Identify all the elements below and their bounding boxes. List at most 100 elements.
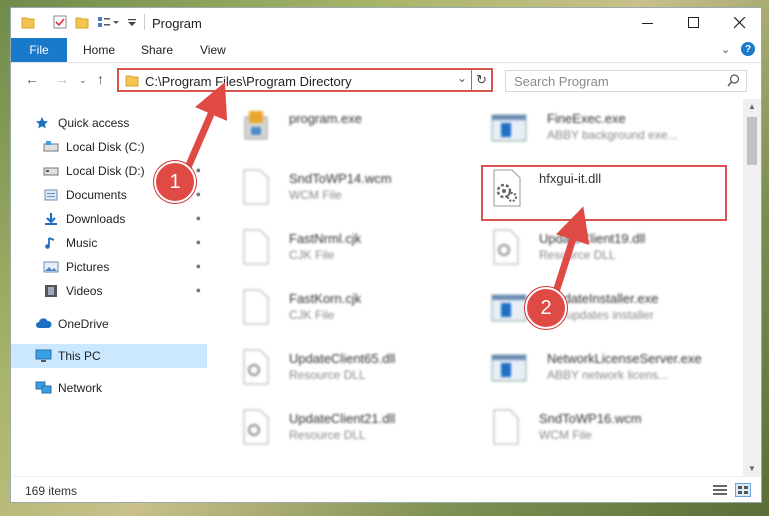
pin-icon: ● bbox=[195, 141, 201, 151]
file-item[interactable]: UpdateClient65.dll Resource DLL bbox=[241, 345, 481, 401]
expand-ribbon-icon[interactable]: ⌄ bbox=[721, 43, 730, 56]
file-type: Resource DLL bbox=[539, 248, 616, 262]
item-count: 169 items bbox=[25, 484, 78, 498]
sidebar-item-network[interactable]: Network bbox=[11, 376, 207, 400]
setup-exe-icon bbox=[241, 109, 271, 145]
vertical-scrollbar[interactable]: ▲ ▼ bbox=[743, 99, 761, 476]
view-options-icon[interactable] bbox=[97, 15, 119, 29]
sidebar-item-label: Local Disk (D:) bbox=[66, 164, 145, 178]
file-item[interactable]: FastNrml.cjk CJK File bbox=[241, 225, 481, 281]
close-icon bbox=[734, 17, 746, 29]
file-name: FastNrml.cjk bbox=[289, 231, 362, 246]
scroll-up-icon[interactable]: ▲ bbox=[748, 102, 756, 111]
maximize-button[interactable] bbox=[671, 8, 717, 38]
back-button[interactable]: ← bbox=[25, 71, 39, 87]
file-name: FastKorn.cjk bbox=[289, 291, 362, 306]
file-name: SndToWP16.wcm bbox=[539, 411, 642, 426]
address-divider bbox=[471, 70, 472, 90]
search-placeholder: Search Program bbox=[514, 74, 609, 89]
refresh-icon[interactable]: ↻ bbox=[476, 72, 487, 88]
sidebar-item-label: Quick access bbox=[58, 116, 130, 130]
file-type: CJK File bbox=[289, 248, 335, 262]
tab-home[interactable]: Home bbox=[83, 43, 115, 57]
sidebar-item-pictures[interactable]: Pictures ● bbox=[11, 255, 207, 279]
file-type: Resource DLL bbox=[289, 428, 366, 442]
pin-icon: ● bbox=[195, 165, 201, 175]
file-type: CJK File bbox=[289, 308, 335, 322]
documents-icon bbox=[43, 188, 59, 202]
dll-gear-icon bbox=[241, 409, 271, 445]
details-view-icon[interactable] bbox=[713, 484, 727, 499]
file-item[interactable]: NetworkLicenseServer.exe ABBY network li… bbox=[491, 345, 731, 401]
sidebar-item-quick-access[interactable]: Quick access bbox=[11, 111, 207, 135]
file-tab[interactable]: File bbox=[11, 38, 67, 62]
sidebar-item-label: Music bbox=[66, 236, 98, 250]
file-list: program.exe FineExec.exe ABBY background… bbox=[211, 99, 743, 476]
blank-file-icon bbox=[491, 409, 521, 445]
address-dropdown-icon[interactable]: ⌄ bbox=[457, 71, 467, 85]
address-bar[interactable]: C:\Program Files\Program Directory ⌄ ↻ bbox=[117, 68, 493, 92]
file-item[interactable]: UpdateClient19.dll Resource DLL bbox=[491, 225, 731, 281]
sidebar-item-label: This PC bbox=[58, 349, 101, 363]
customize-toolbar-icon[interactable] bbox=[127, 15, 141, 29]
pin-icon: ● bbox=[195, 261, 201, 271]
file-name: UpdateClient65.dll bbox=[289, 351, 396, 366]
file-item[interactable]: program.exe bbox=[241, 105, 481, 161]
status-bar: 169 items bbox=[11, 476, 761, 502]
pictures-icon bbox=[43, 260, 59, 274]
sidebar-item-videos[interactable]: Videos ● bbox=[11, 279, 207, 303]
new-folder-icon[interactable] bbox=[75, 15, 89, 29]
close-button[interactable] bbox=[717, 8, 761, 38]
network-icon bbox=[35, 381, 52, 395]
pin-icon: ● bbox=[195, 189, 201, 199]
up-button[interactable]: ↑ bbox=[97, 71, 104, 87]
help-icon[interactable]: ? bbox=[741, 42, 755, 56]
sidebar-item-onedrive[interactable]: OneDrive bbox=[11, 312, 207, 336]
minimize-button[interactable] bbox=[625, 8, 671, 38]
file-item[interactable]: SndToWP16.wcm WCM File bbox=[491, 405, 731, 461]
file-item[interactable]: FineExec.exe ABBY background exe... bbox=[491, 105, 731, 161]
sidebar-item-local-disk-c[interactable]: Local Disk (C:) ● bbox=[11, 135, 207, 159]
file-name: FineExec.exe bbox=[547, 111, 626, 126]
file-name: program.exe bbox=[289, 111, 362, 126]
blank-file-icon bbox=[241, 289, 271, 325]
music-icon bbox=[43, 236, 59, 250]
step-badge-2: 2 bbox=[525, 287, 567, 329]
sidebar-item-label: Pictures bbox=[66, 260, 110, 274]
app-window-icon bbox=[491, 349, 527, 385]
computer-icon bbox=[35, 349, 52, 363]
dll-gear-icon bbox=[491, 229, 521, 265]
scroll-down-icon[interactable]: ▼ bbox=[748, 464, 756, 473]
file-type: WCM File bbox=[289, 188, 342, 202]
file-item[interactable]: FastKorn.cjk CJK File bbox=[241, 285, 481, 341]
blank-file-icon bbox=[241, 169, 271, 205]
sidebar-item-label: Videos bbox=[66, 284, 103, 298]
file-item[interactable]: UpdateClient21.dll Resource DLL bbox=[241, 405, 481, 461]
pin-icon: ● bbox=[195, 213, 201, 223]
star-icon bbox=[35, 116, 51, 130]
search-input[interactable]: Search Program bbox=[505, 70, 747, 92]
sidebar-item-label: Local Disk (C:) bbox=[66, 140, 145, 154]
recent-locations-icon[interactable]: ⌄ bbox=[79, 75, 87, 86]
explorer-window: Program File Home Share View ⌄ ? ← → ⌄ ↑… bbox=[10, 7, 762, 503]
pin-icon: ● bbox=[195, 285, 201, 295]
large-icons-view-icon[interactable] bbox=[735, 483, 751, 497]
highlight-box bbox=[481, 165, 727, 221]
pin-icon: ● bbox=[195, 237, 201, 247]
sidebar-item-music[interactable]: Music ● bbox=[11, 231, 207, 255]
file-name: UpdateClient19.dll bbox=[539, 231, 646, 246]
minimize-icon bbox=[642, 23, 653, 24]
dll-gear-icon bbox=[241, 349, 271, 385]
drive-icon bbox=[43, 164, 59, 178]
tab-view[interactable]: View bbox=[200, 43, 226, 57]
sidebar-item-downloads[interactable]: Downloads ● bbox=[11, 207, 207, 231]
file-name: UpdateClient21.dll bbox=[289, 411, 396, 426]
sidebar-item-label: Documents bbox=[66, 188, 127, 202]
sidebar-item-this-pc[interactable]: This PC bbox=[11, 344, 207, 368]
properties-icon[interactable] bbox=[53, 15, 67, 29]
forward-button[interactable]: → bbox=[55, 71, 69, 87]
file-item[interactable]: SndToWP14.wcm WCM File bbox=[241, 165, 481, 221]
videos-icon bbox=[43, 284, 59, 298]
tab-share[interactable]: Share bbox=[141, 43, 173, 57]
scroll-thumb[interactable] bbox=[747, 117, 757, 165]
